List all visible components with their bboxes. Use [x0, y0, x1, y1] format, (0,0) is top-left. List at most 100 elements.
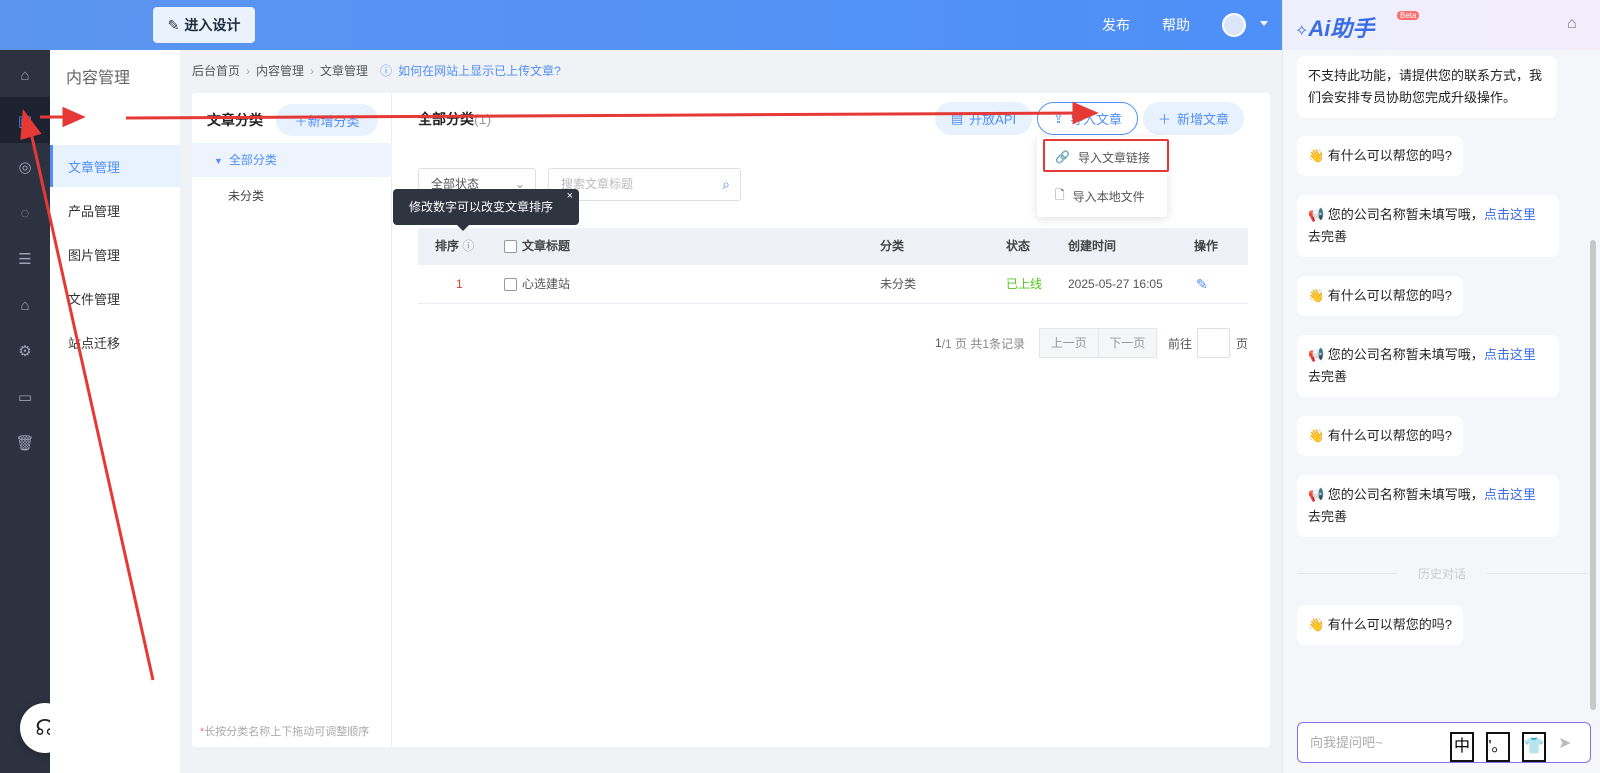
breadcrumb-articles: 文章管理 — [320, 64, 369, 78]
annotation-highlight-box — [1043, 139, 1169, 172]
ai-logo-text: Ai助手 — [1308, 16, 1375, 41]
pager-current: 1 — [935, 336, 942, 350]
complete-info-link[interactable]: 点击这里 — [1484, 207, 1536, 222]
help-link[interactable]: 如何在网站上显示已上传文章? — [398, 62, 561, 79]
close-icon[interactable]: × — [567, 178, 573, 214]
planet-icon[interactable]: ◎ — [15, 157, 35, 177]
ai-scrollbar-thumb[interactable] — [1590, 240, 1596, 710]
gear-icon[interactable]: ⚙ — [15, 341, 35, 361]
col-category: 分类 — [880, 239, 905, 253]
page-title: 全部分类(1) — [418, 109, 491, 129]
col-title-label: 文章标题 — [522, 239, 571, 253]
info-icon: ⓘ — [380, 64, 393, 78]
category-hint: *长按分类名称上下拖动可调整顺序 — [200, 723, 369, 739]
breadcrumb-content[interactable]: 内容管理 — [256, 62, 304, 79]
submenu-item-products[interactable]: 产品管理 — [68, 201, 120, 220]
submenu-item-files[interactable]: 文件管理 — [68, 289, 120, 308]
table-row: 1 心选建站 未分类 已上线 2025-05-27 16:05 ✎ — [418, 265, 1248, 304]
help-link[interactable]: 帮助 — [1162, 0, 1190, 50]
ai-question-input[interactable]: 向我提问吧~ — [1297, 722, 1591, 763]
complete-info-link[interactable]: 点击这里 — [1484, 487, 1536, 502]
basket-icon[interactable]: ⌂ — [1567, 15, 1577, 33]
row-order-input[interactable]: 1 — [456, 265, 463, 304]
add-article-button[interactable]: ＋ 新增文章 — [1143, 102, 1244, 135]
submenu-title: 内容管理 — [66, 70, 131, 87]
chat-message-text: 👋 有什么可以帮您的吗? — [1308, 288, 1453, 303]
ai-header: ✧Ai助手 Beta ⌂ — [1283, 0, 1600, 50]
open-api-button[interactable]: ▤ 开放API — [935, 102, 1032, 135]
submenu-item-articles[interactable]: 文章管理 — [68, 157, 120, 176]
category-all[interactable]: ▼ 全部分类 — [192, 143, 392, 177]
list-icon[interactable]: ☰ — [15, 249, 35, 269]
page-title-text: 全部分类 — [418, 111, 474, 127]
table-header: 排序 ⓘ 文章标题 分类 状态 创建时间 操作 — [418, 228, 1248, 265]
content-icon[interactable]: ▣ — [15, 111, 35, 131]
home-icon[interactable]: ⌂ — [15, 65, 35, 85]
file-icon: 🗋 — [1055, 187, 1065, 202]
chat-message: 👋 有什么可以帮您的吗? — [1297, 136, 1464, 176]
select-all-checkbox[interactable] — [504, 240, 517, 254]
chat-message: 📢 您的公司名称暂未填写哦，点击这里 去完善 — [1297, 475, 1559, 537]
goto-label: 前往 — [1168, 337, 1193, 351]
chat-message: 👋 有什么可以帮您的吗? — [1297, 276, 1464, 316]
breadcrumb: 后台首页 › 内容管理 › 文章管理 ⓘ 如何在网站上显示已上传文章? — [192, 62, 561, 79]
import-article-button[interactable]: ⇪ 导入文章 — [1037, 102, 1138, 135]
chat-message-text: 不支持此功能，请提供您的联系方式，我们会安排专员协助您完成升级操作。 — [1308, 68, 1543, 105]
enter-design-label: 进入设计 — [184, 17, 241, 33]
avatar[interactable] — [1222, 13, 1246, 37]
category-all-label: 全部分类 — [228, 153, 277, 167]
shop-icon[interactable]: ⌂ — [15, 295, 35, 315]
import-article-label: 导入文章 — [1069, 112, 1122, 127]
chat-message: 📢 您的公司名称暂未填写哦，点击这里 去完善 — [1297, 335, 1559, 397]
chat-message-tail: 去完善 — [1308, 509, 1348, 524]
edit-icon[interactable]: ✎ — [1196, 265, 1208, 304]
next-page-button[interactable]: 下一页 — [1099, 329, 1157, 357]
row-created: 2025-05-27 16:05 — [1068, 277, 1163, 291]
goto-page-input[interactable] — [1197, 328, 1230, 358]
row-title-text: 心选建站 — [522, 277, 571, 291]
plus-icon: ＋ — [1157, 112, 1171, 127]
chat-message: 👋 有什么可以帮您的吗? — [1297, 416, 1464, 456]
row-checkbox[interactable] — [504, 278, 517, 292]
prev-page-button[interactable]: 上一页 — [1040, 329, 1099, 357]
chevron-down-icon[interactable] — [1260, 21, 1268, 26]
add-category-button[interactable]: ＋ 新增分类 — [276, 104, 378, 136]
category-uncategorized[interactable]: 未分类 — [228, 187, 264, 204]
ime-chinese-toggle[interactable]: 中 — [1450, 732, 1474, 762]
history-divider: 历史对话 — [1297, 565, 1587, 582]
sort-tooltip-text: 修改数字可以改变文章排序 — [409, 200, 554, 214]
row-category: 未分类 — [880, 277, 917, 291]
sparkle-icon: ✧ — [1295, 23, 1309, 40]
chat-message: 📢 您的公司名称暂未填写哦，点击这里 去完善 — [1297, 195, 1559, 257]
beta-badge: Beta — [1397, 11, 1420, 20]
publish-link[interactable]: 发布 — [1102, 0, 1130, 50]
pager-info: 1/1 页 共1条记录 — [935, 328, 1025, 358]
complete-info-link[interactable]: 点击这里 — [1484, 347, 1536, 362]
import-icon: ⇪ — [1053, 110, 1064, 126]
enter-design-button[interactable]: ✎ 进入设计 — [153, 7, 255, 43]
trash-icon[interactable]: 🗑 — [15, 433, 35, 453]
ime-punctuation-toggle[interactable]: '。 — [1486, 732, 1510, 762]
send-icon[interactable]: ➤ — [1558, 733, 1571, 753]
submenu-item-migration[interactable]: 站点迁移 — [68, 333, 120, 352]
col-created: 创建时间 — [1068, 239, 1117, 253]
add-article-label: 新增文章 — [1177, 112, 1230, 127]
pager-buttons: 上一页 下一页 — [1039, 328, 1157, 358]
col-order: 排序 ⓘ — [435, 228, 474, 265]
chat-message-tail: 去完善 — [1308, 369, 1348, 384]
search-icon[interactable]: ⌕ — [722, 169, 730, 200]
ai-input-placeholder: 向我提问吧~ — [1310, 735, 1383, 750]
col-title: 文章标题 — [504, 228, 570, 265]
chevron-right-icon: › — [310, 63, 315, 78]
terminal-icon[interactable]: ▭ — [15, 387, 35, 407]
ime-skin-icon[interactable]: 👕 — [1522, 732, 1546, 762]
hint-text: 长按分类名称上下拖动可调整顺序 — [204, 726, 370, 738]
col-action: 操作 — [1194, 239, 1219, 253]
breadcrumb-home[interactable]: 后台首页 — [192, 62, 240, 79]
import-file-item[interactable]: 🗋 导入本地文件 — [1037, 181, 1167, 211]
wechat-icon[interactable]: ◌ — [15, 203, 35, 223]
submenu-item-images[interactable]: 图片管理 — [68, 245, 120, 264]
info-icon: ⓘ — [462, 239, 475, 253]
chat-message-text: 📢 您的公司名称暂未填写哦， — [1308, 207, 1484, 222]
chat-message-text: 👋 有什么可以帮您的吗? — [1308, 617, 1453, 632]
